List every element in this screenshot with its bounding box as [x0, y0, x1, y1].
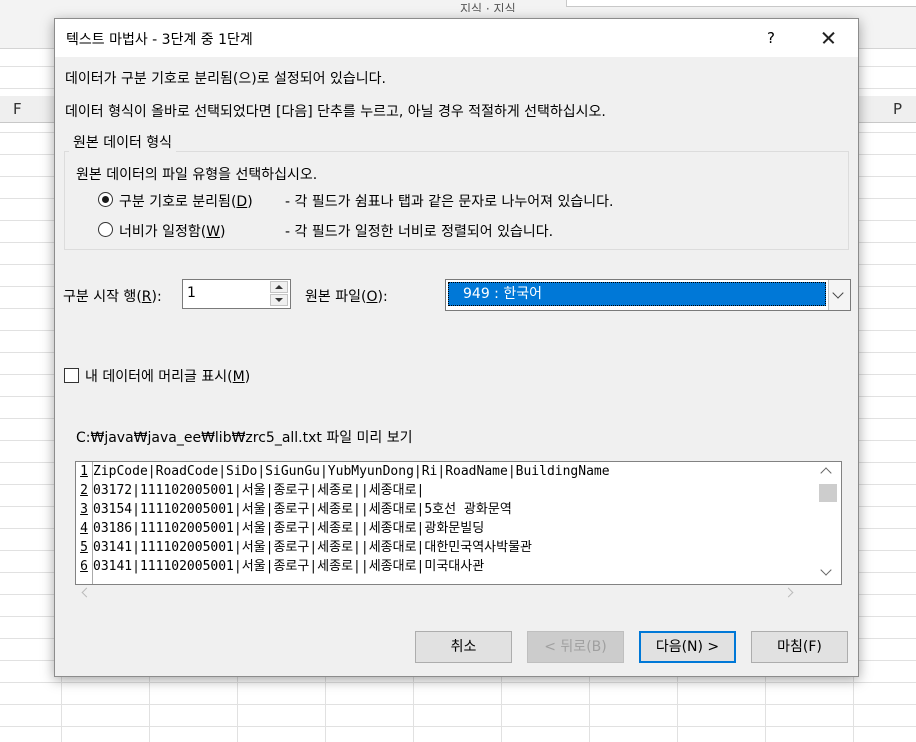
column-header-f[interactable]: F — [13, 100, 22, 118]
preview-line-number: 1 — [80, 464, 88, 479]
delimited-description: - 각 필드가 쉼표나 탭과 같은 문자로 나누어져 있습니다. — [285, 194, 614, 210]
preview-line-number: 4 — [80, 521, 88, 536]
scroll-thumb[interactable] — [819, 484, 837, 502]
preview-vertical-scrollbar[interactable] — [816, 462, 840, 584]
preview-row-text: 03141|111102005001|서울|종로구|세종로||세종대로|미국대사… — [93, 559, 485, 574]
origin-selected-value[interactable]: 949 : 한국어 — [448, 282, 826, 306]
origin-label: 원본 파일(O): — [305, 289, 388, 305]
scroll-up-icon[interactable] — [820, 467, 832, 479]
preview-line-number: 2 — [80, 483, 88, 498]
dialog-title: 텍스트 마법사 - 3단계 중 1단계 — [66, 32, 253, 48]
delimited-label[interactable]: 구분 기호로 분리됨(D) — [119, 191, 253, 211]
dialog-titlebar[interactable]: 텍스트 마법사 - 3단계 중 1단계 ? — [55, 19, 858, 57]
cancel-button[interactable]: 취소 — [415, 631, 512, 663]
close-icon[interactable] — [809, 23, 847, 53]
scroll-down-icon[interactable] — [820, 564, 832, 576]
preview-row-text: 03154|111102005001|서울|종로구|세종로||세종대로|5호선 … — [93, 502, 512, 517]
preview-row-text: 03172|111102005001|서울|종로구|세종로||세종대로| — [93, 483, 425, 498]
column-header-p[interactable]: P — [893, 100, 902, 118]
preview-line-number: 5 — [80, 540, 88, 555]
scroll-left-icon[interactable] — [81, 587, 92, 598]
preview-line-number: 3 — [80, 502, 88, 517]
start-row-spinner[interactable]: 1 — [182, 279, 291, 309]
preview-caption: C:₩java₩java_ee₩lib₩zrc5_all.txt 파일 미리 보… — [76, 430, 413, 446]
spreadsheet-tab-labels: 지식 · 지식 — [460, 2, 516, 12]
spin-up-icon[interactable] — [270, 281, 288, 293]
start-row-label: 구분 시작 행(R): — [63, 289, 162, 305]
header-checkbox-label[interactable]: 내 데이터에 머리글 표시(M) — [85, 366, 250, 386]
origin-select[interactable]: 949 : 한국어 — [445, 279, 851, 311]
data-type-prompt: 원본 데이터의 파일 유형을 선택하십시오. — [76, 167, 318, 183]
scroll-right-icon[interactable] — [783, 587, 794, 598]
data-type-group-title: 원본 데이터 형식 — [69, 132, 177, 152]
preview-row-text: ZipCode|RoadCode|SiDo|SiGunGu|YubMyunDon… — [93, 464, 610, 479]
text-import-wizard-dialog: 텍스트 마법사 - 3단계 중 1단계 ? 데이터가 구분 기호로 분리됨(으)… — [54, 18, 859, 677]
delimited-radio[interactable] — [98, 192, 113, 207]
fixed-width-description: - 각 필드가 일정한 너비로 정렬되어 있습니다. — [285, 224, 554, 240]
preview-row-text: 03186|111102005001|서울|종로구|세종로||세종대로|광화문빌… — [93, 521, 485, 536]
info-line-1: 데이터가 구분 기호로 분리됨(으)로 설정되어 있습니다. — [65, 71, 386, 87]
preview-row-text: 03141|111102005001|서울|종로구|세종로||세종대로|대한민국… — [93, 540, 532, 555]
chevron-down-icon[interactable] — [828, 280, 850, 310]
next-button[interactable]: 다음(N) > — [639, 631, 736, 663]
finish-button[interactable]: 마침(F) — [751, 631, 848, 663]
back-button[interactable]: < 뒤로(B) — [527, 631, 624, 663]
fixed-width-label[interactable]: 너비가 일정함(W) — [119, 221, 226, 241]
formula-bar[interactable] — [566, 0, 916, 7]
help-button[interactable]: ? — [755, 23, 787, 53]
file-preview[interactable]: 1 ZipCode|RoadCode|SiDo|SiGunGu|YubMyunDo… — [75, 461, 842, 585]
start-row-value[interactable]: 1 — [187, 285, 196, 301]
header-checkbox[interactable] — [64, 368, 79, 383]
info-line-2: 데이터 형식이 올바로 선택되었다면 [다음] 단추를 누르고, 아닐 경우 적… — [65, 104, 606, 120]
preview-horizontal-scrollbar[interactable] — [75, 583, 815, 603]
spin-down-icon[interactable] — [270, 294, 288, 306]
fixed-width-radio[interactable] — [98, 222, 113, 237]
preview-line-number: 6 — [80, 559, 88, 574]
